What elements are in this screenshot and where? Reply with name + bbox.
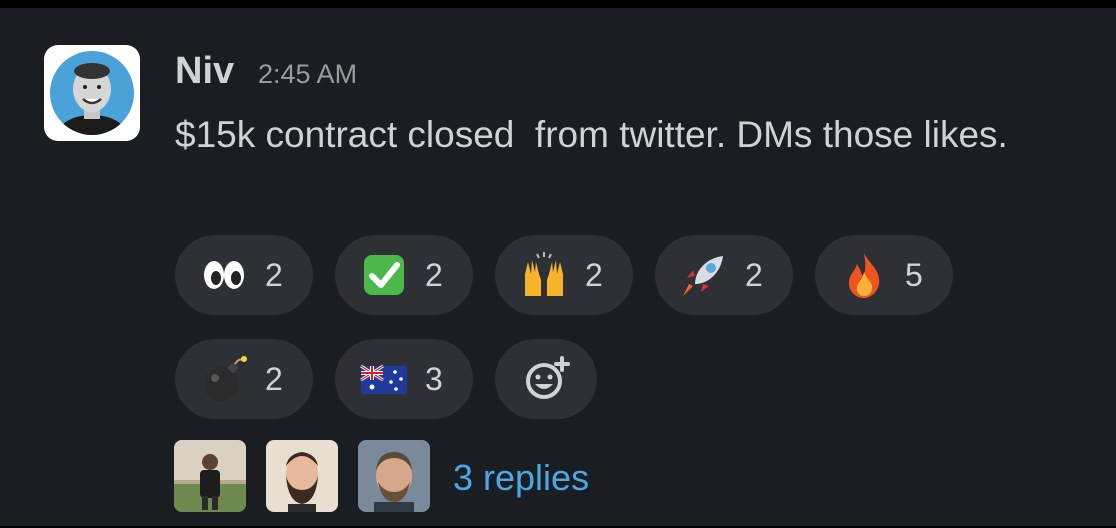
rocket-emoji-icon [679,250,729,300]
participant-avatar-3[interactable] [358,440,430,512]
reaction-rocket[interactable]: 2 [655,235,793,315]
message-timestamp[interactable]: 2:45 AM [258,58,357,90]
check-mark-emoji-icon [359,250,409,300]
reaction-fire[interactable]: 5 [815,235,953,315]
reaction-count: 2 [585,256,603,293]
participant-avatar-1[interactable] [174,440,246,512]
message-container: Niv 2:45 AM $15k contract closed from tw… [0,8,1116,526]
eyes-emoji-icon [199,250,249,300]
add-reaction-button[interactable] [495,339,597,419]
reaction-count: 2 [745,256,763,293]
reaction-count: 2 [265,360,283,397]
author-avatar[interactable] [44,45,140,141]
participant-avatar-2[interactable] [266,440,338,512]
raised-hands-emoji-icon [519,250,569,300]
reaction-count: 2 [425,256,443,293]
thread-replies-link[interactable]: 3 replies [453,457,589,499]
australia-flag-emoji-icon [359,354,409,404]
message-text: $15k contract closed from twitter. DMs t… [175,114,1008,155]
fire-emoji-icon [839,250,889,300]
reaction-raised-hands[interactable]: 2 [495,235,633,315]
reaction-eyes[interactable]: 2 [175,235,313,315]
reaction-check-mark[interactable]: 2 [335,235,473,315]
author-name[interactable]: Niv [175,48,234,94]
reaction-bomb[interactable]: 2 [175,339,313,419]
reaction-count: 5 [905,256,923,293]
reaction-count: 3 [425,360,443,397]
reaction-australia-flag[interactable]: 3 [335,339,473,419]
reaction-count: 2 [265,256,283,293]
bomb-emoji-icon [199,354,249,404]
add-reaction-icon [522,354,572,404]
